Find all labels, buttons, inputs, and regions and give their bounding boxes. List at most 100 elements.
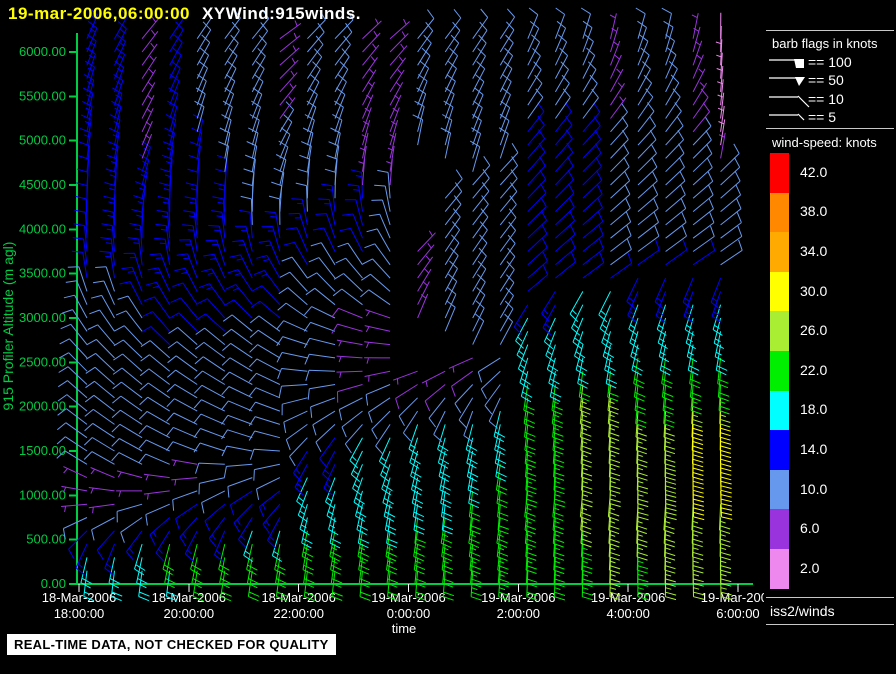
wind-barb bbox=[227, 477, 253, 498]
wind-barb bbox=[364, 325, 391, 333]
speed-scale-label: 26.0 bbox=[800, 322, 828, 339]
wind-barb bbox=[199, 283, 226, 305]
wind-barb bbox=[190, 543, 202, 576]
wind-barb bbox=[472, 221, 488, 252]
wind-barb bbox=[175, 503, 198, 530]
speed-scale-swatch bbox=[770, 509, 789, 549]
wind-barb bbox=[221, 414, 253, 425]
wind-barb bbox=[262, 503, 281, 534]
wind-barb bbox=[201, 490, 226, 514]
wind-barb bbox=[610, 116, 629, 146]
wind-barb bbox=[114, 21, 127, 53]
speed-scale-swatch bbox=[770, 192, 789, 233]
wind-barb bbox=[374, 184, 391, 212]
wind-barb bbox=[389, 81, 404, 106]
wind-barb bbox=[527, 129, 546, 159]
wind-barb bbox=[444, 273, 458, 305]
wind-barb bbox=[350, 169, 363, 199]
wind-barb bbox=[307, 384, 336, 400]
wind-barb bbox=[166, 441, 198, 452]
wind-barb bbox=[344, 199, 363, 226]
wind-barb bbox=[111, 438, 143, 452]
wind-barb bbox=[689, 357, 701, 389]
wind-barb bbox=[250, 300, 281, 319]
wind-barb bbox=[113, 353, 143, 372]
speed-scale-label: 34.0 bbox=[800, 243, 828, 259]
wind-barb bbox=[63, 466, 88, 479]
wind-barb bbox=[154, 237, 171, 265]
wind-barb bbox=[364, 243, 391, 266]
wind-barb bbox=[258, 490, 281, 518]
wind-barb bbox=[95, 266, 115, 292]
wind-barb bbox=[166, 369, 198, 385]
wind-barb bbox=[169, 47, 182, 79]
wind-barb bbox=[149, 517, 171, 545]
wind-barb bbox=[256, 255, 281, 279]
wind-barb bbox=[167, 355, 198, 372]
wind-barb bbox=[610, 197, 631, 226]
wind-barb bbox=[121, 266, 143, 292]
x-tick-date: 18-Mar-2006 bbox=[42, 590, 116, 605]
wind-barb bbox=[527, 196, 547, 226]
wind-barb bbox=[143, 490, 170, 500]
wind-barb bbox=[364, 341, 391, 348]
wind-barb bbox=[279, 57, 299, 79]
wind-barb bbox=[195, 313, 226, 332]
wind-barb bbox=[610, 157, 630, 186]
wind-barb bbox=[248, 372, 281, 385]
wind-barb bbox=[138, 453, 170, 465]
wind-barb bbox=[484, 384, 501, 415]
wind-barb bbox=[362, 56, 378, 79]
wind-barb bbox=[523, 384, 535, 416]
wind-barb bbox=[375, 424, 391, 455]
wind-barb bbox=[389, 31, 409, 53]
speed-scale-label: 18.0 bbox=[800, 401, 828, 418]
wind-barb bbox=[179, 239, 198, 265]
wind-barb bbox=[248, 401, 281, 412]
pennant-50-icon bbox=[769, 77, 805, 86]
wind-barb bbox=[194, 370, 226, 385]
wind-barb bbox=[306, 272, 336, 292]
timestamp: 19-mar-2006,06:00:00 bbox=[8, 4, 191, 23]
wind-barb bbox=[527, 169, 547, 199]
wind-barb bbox=[527, 250, 548, 279]
wind-barb bbox=[276, 320, 308, 332]
wind-barb bbox=[169, 312, 198, 332]
wind-barb bbox=[233, 503, 253, 533]
wind-barb bbox=[251, 61, 265, 93]
wind-barb bbox=[291, 198, 308, 225]
wind-barb bbox=[112, 381, 143, 399]
wind-barb bbox=[665, 143, 685, 173]
speed-scale-swatch bbox=[770, 232, 789, 272]
wind-barb bbox=[114, 325, 143, 345]
wind-barb bbox=[261, 226, 281, 252]
wind-barb bbox=[362, 18, 382, 40]
y-tick-label: 2500.00 bbox=[19, 354, 66, 369]
wind-barb bbox=[179, 517, 198, 547]
wind-barb bbox=[610, 96, 627, 119]
wind-barb bbox=[472, 234, 488, 266]
wind-barb bbox=[56, 422, 88, 439]
wind-barb bbox=[166, 412, 198, 425]
wind-barb bbox=[221, 445, 253, 457]
wind-barb bbox=[520, 371, 533, 403]
wind-barb bbox=[222, 314, 253, 332]
wind-barb bbox=[472, 313, 485, 345]
quality-notice: REAL-TIME DATA, NOT CHECKED FOR QUALITY bbox=[7, 634, 336, 655]
full-barb-icon bbox=[769, 95, 810, 108]
wind-barb bbox=[249, 448, 280, 460]
wind-barb bbox=[306, 61, 321, 93]
wind-barb bbox=[555, 237, 576, 266]
wind-barb bbox=[365, 309, 391, 319]
wind-barb bbox=[499, 247, 516, 279]
wind-barb bbox=[692, 130, 712, 159]
panel-divider bbox=[766, 624, 894, 625]
wind-barb bbox=[555, 251, 577, 279]
wind-barb bbox=[149, 253, 171, 279]
wind-barb bbox=[371, 410, 391, 440]
wind-barb bbox=[141, 42, 158, 66]
wind-barb bbox=[171, 459, 198, 467]
wind-barb bbox=[276, 336, 308, 347]
wind-barb bbox=[720, 143, 740, 173]
wind-barb bbox=[155, 530, 171, 562]
